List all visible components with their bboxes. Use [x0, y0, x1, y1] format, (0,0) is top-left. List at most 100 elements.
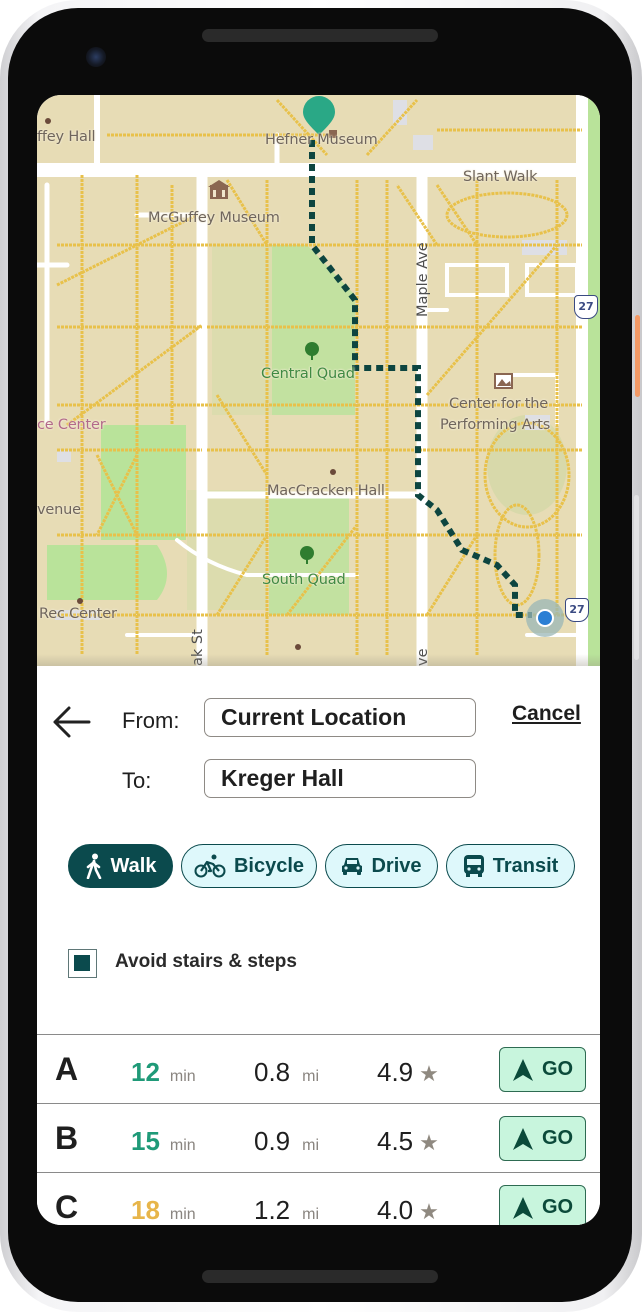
poi-dot-icon — [45, 118, 51, 124]
route-time-value: 18 — [131, 1195, 160, 1225]
navigation-arrow-icon — [512, 1196, 533, 1219]
go-button-a[interactable]: GO — [499, 1047, 586, 1092]
go-label: GO — [541, 1058, 574, 1080]
car-icon — [342, 858, 363, 875]
route-distance-value: 0.9 — [254, 1126, 291, 1156]
route-rating-value: 4.5 — [377, 1126, 414, 1156]
route-row-c[interactable]: C 18 min 1.2 mi 4.0 ★ GO — [37, 1172, 600, 1225]
mode-transit-button[interactable]: Transit — [446, 844, 575, 888]
route-row-b[interactable]: B 15 min 0.9 mi 4.5 ★ GO — [37, 1103, 600, 1172]
route-distance-unit: mi — [302, 1068, 320, 1085]
route-rating-value: 4.9 — [377, 1057, 414, 1087]
poi-dot-icon — [77, 598, 83, 604]
route-time-value: 12 — [131, 1057, 160, 1087]
us-route-27-shield-icon: 27 — [565, 598, 589, 622]
route-distance-unit: mi — [302, 1137, 320, 1154]
poi-dot-icon — [295, 644, 301, 650]
route-letter: C — [55, 1189, 79, 1225]
museum-icon — [208, 180, 230, 199]
navigation-arrow-icon — [512, 1127, 533, 1150]
map-label-rec-center[interactable]: Rec Center — [39, 606, 117, 622]
from-input[interactable]: Current Location — [204, 698, 476, 737]
map-label-center-performing-arts-line1[interactable]: Center for the — [449, 396, 548, 412]
map-label-central-quad[interactable]: Central Quad — [261, 366, 355, 382]
go-button-b[interactable]: GO — [499, 1116, 586, 1161]
map-label-mcguffey-hall[interactable]: ffey Hall — [37, 129, 96, 145]
walk-icon — [86, 853, 101, 879]
route-shield-number: 27 — [578, 300, 594, 313]
route-time: 18 min — [131, 1195, 196, 1225]
road-label-maple-ave: Maple Ave — [415, 242, 431, 317]
directions-panel: From: Current Location Cancel To: Kreger… — [37, 666, 600, 1225]
to-input[interactable]: Kreger Hall — [204, 759, 476, 798]
map-label-maccracken-hall[interactable]: MacCracken Hall — [267, 483, 385, 499]
power-button[interactable] — [635, 315, 640, 397]
map-label-science-center[interactable]: ce Center — [37, 417, 106, 433]
star-icon: ★ — [419, 1199, 439, 1224]
mode-drive-label: Drive — [371, 854, 422, 877]
current-location-marker — [526, 599, 564, 637]
poi-dot-icon — [330, 469, 336, 475]
volume-button[interactable] — [634, 495, 639, 660]
route-rating-value: 4.0 — [377, 1195, 414, 1225]
map-label-hefner-museum[interactable]: Hefner Museum — [265, 132, 378, 148]
cancel-button[interactable]: Cancel — [512, 702, 581, 726]
phone-frame: ffey Hall Hefner Museum McGuffey Museum … — [0, 0, 642, 1312]
avoid-stairs-label: Avoid stairs & steps — [115, 951, 297, 972]
route-list: A 12 min 0.8 mi 4.9 ★ GO B 15 min 0.9 mi 4.5 ★ — [37, 1034, 600, 1225]
map-label-center-performing-arts-line2[interactable]: Performing Arts — [440, 417, 550, 433]
route-rating: 4.9 ★ — [377, 1057, 439, 1088]
mode-drive-button[interactable]: Drive — [325, 844, 438, 888]
navigation-arrow-icon — [512, 1058, 533, 1081]
route-distance-value: 0.8 — [254, 1057, 291, 1087]
mode-walk-label: Walk — [110, 854, 157, 877]
route-distance: 0.8 mi — [254, 1057, 319, 1088]
gallery-icon — [494, 373, 513, 389]
mode-bicycle-label: Bicycle — [233, 854, 305, 877]
us-route-27-shield-icon: 27 — [574, 295, 598, 319]
mode-transit-label: Transit — [492, 854, 559, 877]
map-view[interactable]: ffey Hall Hefner Museum McGuffey Museum … — [37, 95, 600, 666]
route-row-a[interactable]: A 12 min 0.8 mi 4.9 ★ GO — [37, 1034, 600, 1103]
route-letter: A — [55, 1051, 79, 1087]
star-icon: ★ — [419, 1130, 439, 1155]
go-label: GO — [541, 1196, 574, 1218]
front-camera — [86, 47, 106, 67]
route-distance: 1.2 mi — [254, 1195, 319, 1225]
route-distance-value: 1.2 — [254, 1195, 291, 1225]
back-button[interactable] — [51, 704, 95, 740]
from-label: From: — [122, 708, 180, 733]
to-label: To: — [122, 768, 152, 793]
mode-walk-button[interactable]: Walk — [68, 844, 173, 888]
go-label: GO — [541, 1127, 574, 1149]
app-screen: ffey Hall Hefner Museum McGuffey Museum … — [37, 95, 600, 1225]
map-bottom-shadow — [37, 654, 600, 666]
route-time: 12 min — [131, 1057, 196, 1088]
map-label-south-quad[interactable]: South Quad — [262, 572, 346, 588]
route-rating: 4.0 ★ — [377, 1195, 439, 1225]
route-shield-number: 27 — [569, 603, 585, 616]
route-time-value: 15 — [131, 1126, 160, 1156]
bicycle-icon — [194, 854, 226, 878]
map-label-mcguffey-museum[interactable]: McGuffey Museum — [148, 210, 280, 226]
route-letter: B — [55, 1120, 79, 1156]
route-distance-unit: mi — [302, 1206, 320, 1223]
map-label-slant-walk[interactable]: Slant Walk — [463, 169, 538, 185]
route-time-unit: min — [169, 1206, 196, 1223]
route-time: 15 min — [131, 1126, 196, 1157]
route-time-unit: min — [169, 1137, 196, 1154]
star-icon: ★ — [419, 1061, 439, 1086]
bottom-speaker — [202, 1270, 438, 1283]
mode-bicycle-button[interactable]: Bicycle — [181, 844, 317, 888]
route-rating: 4.5 ★ — [377, 1126, 439, 1157]
bus-icon — [463, 855, 484, 877]
route-time-unit: min — [169, 1068, 196, 1085]
checkbox-checked-indicator — [74, 955, 90, 971]
earpiece-speaker — [202, 29, 438, 42]
destination-pin — [303, 96, 335, 135]
map-label-avenue: venue — [37, 502, 81, 518]
route-distance: 0.9 mi — [254, 1126, 319, 1157]
arrow-left-icon — [53, 706, 91, 738]
go-button-c[interactable]: GO — [499, 1185, 586, 1225]
avoid-stairs-checkbox[interactable] — [68, 949, 97, 978]
